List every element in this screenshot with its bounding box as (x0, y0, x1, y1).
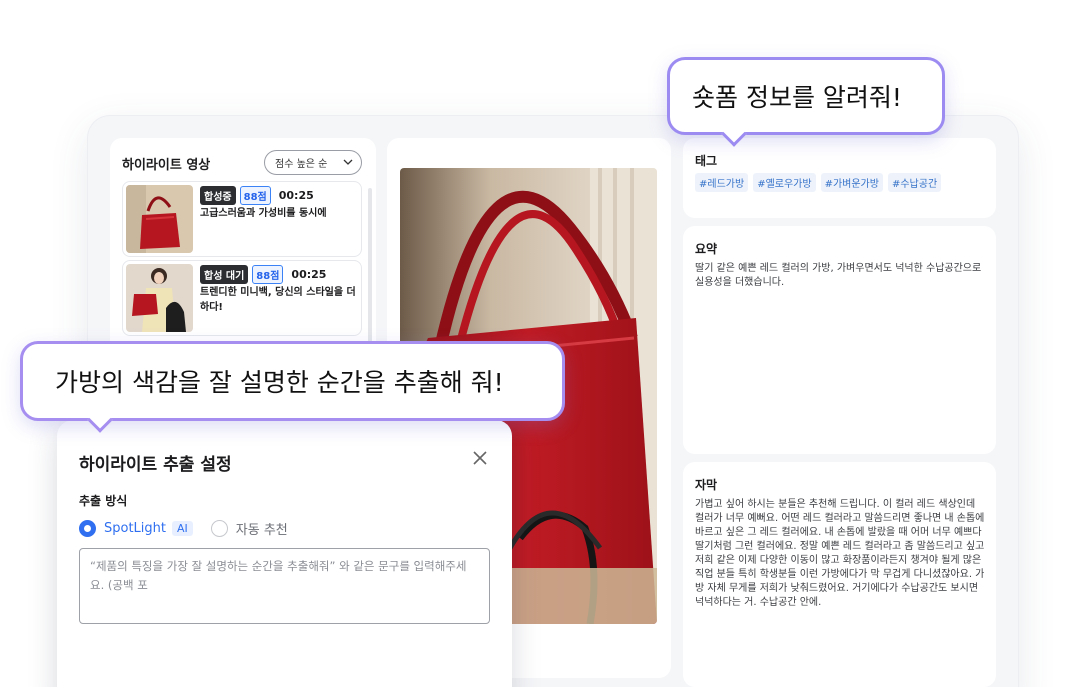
highlight-title: 고급스러움과 가성비를 동시에 (200, 208, 327, 219)
tag-chip[interactable]: #가벼운가방 (820, 173, 883, 192)
tags-title: 태그 (695, 154, 718, 168)
status-badge: 합성 대기 (200, 265, 249, 284)
method-radio-group: SpotLight AI 자동 추천 (79, 519, 288, 538)
summary-text: 딸기 같은 예쁜 레드 컬러의 가방, 가벼우면서도 넉넉한 수납공간으로 실용… (695, 263, 982, 288)
summary-title: 요약 (695, 242, 718, 256)
speech-bubble-bottom: 가방의 색감을 잘 설명한 순간을 추출해 줘! (20, 341, 565, 433)
duration-label: 00:25 (278, 189, 314, 202)
highlight-list-item[interactable]: 합성 대기 88점 00:25 트렌디한 미니백, 당신의 스타일을 더하다! (122, 260, 362, 336)
prompt-textarea[interactable]: “제품의 특징을 가장 잘 설명하는 순간을 추출해줘” 와 같은 문구를 입력… (79, 548, 490, 624)
score-badge: 88점 (239, 186, 271, 205)
score-badge: 88점 (252, 265, 284, 284)
speech-bubble-text: 가방의 색감을 잘 설명한 순간을 추출해 줘! (55, 368, 504, 397)
sort-dropdown-value: 점수 높은 순 (275, 159, 328, 170)
chevron-down-icon (343, 159, 353, 165)
highlight-extract-modal: 하이라이트 추출 설정 추출 방식 SpotLight AI 자동 추천 “제품… (57, 420, 512, 687)
prompt-placeholder: “제품의 특징을 가장 잘 설명하는 순간을 추출해줘” 와 같은 문구를 입력… (90, 559, 467, 592)
radio-auto-recommend[interactable] (210, 520, 228, 537)
tag-list: #레드가방 #옐로우가방 #가벼운가방 #수납공간 (695, 173, 942, 192)
tag-chip[interactable]: #수납공간 (887, 173, 942, 192)
duration-label: 00:25 (291, 268, 327, 281)
caption-text: 가볍고 싶어 하시는 분들은 추천해 드립니다. 이 컬러 레드 색상인데 컬러… (695, 499, 985, 608)
caption-title: 자막 (695, 478, 718, 492)
tag-chip[interactable]: #레드가방 (695, 173, 749, 192)
video-thumbnail (126, 264, 193, 332)
close-icon[interactable] (472, 450, 488, 466)
radio-spotlight[interactable] (79, 520, 96, 537)
sort-dropdown[interactable]: 점수 높은 순 (264, 150, 362, 175)
speech-bubble-text: 숏폼 정보를 알려줘! (692, 83, 902, 112)
tags-card: 태그 #레드가방 #옐로우가방 #가벼운가방 #수납공간 (683, 138, 996, 218)
caption-card: 자막 가볍고 싶어 하시는 분들은 추천해 드립니다. 이 컬러 레드 색상인데… (683, 462, 996, 687)
method-label: 추출 방식 (79, 494, 128, 508)
highlight-panel-title: 하이라이트 영상 (122, 158, 211, 173)
ai-badge: AI (172, 521, 193, 536)
speech-bubble-top: 숏폼 정보를 알려줘! (667, 57, 945, 147)
video-thumbnail (126, 185, 193, 253)
tag-chip[interactable]: #옐로우가방 (753, 173, 816, 192)
option-auto-label[interactable]: 자동 추천 (236, 519, 288, 538)
summary-card: 요약 딸기 같은 예쁜 레드 컬러의 가방, 가벼우면서도 넉넉한 수납공간으로… (683, 226, 996, 454)
option-spotlight-label[interactable]: SpotLight (104, 521, 166, 536)
status-badge: 합성중 (200, 186, 236, 205)
modal-title: 하이라이트 추출 설정 (79, 455, 232, 475)
highlight-list-item[interactable]: 합성중 88점 00:25 고급스러움과 가성비를 동시에 (122, 181, 362, 257)
highlight-title: 트렌디한 미니백, 당신의 스타일을 더하다! (200, 287, 356, 313)
